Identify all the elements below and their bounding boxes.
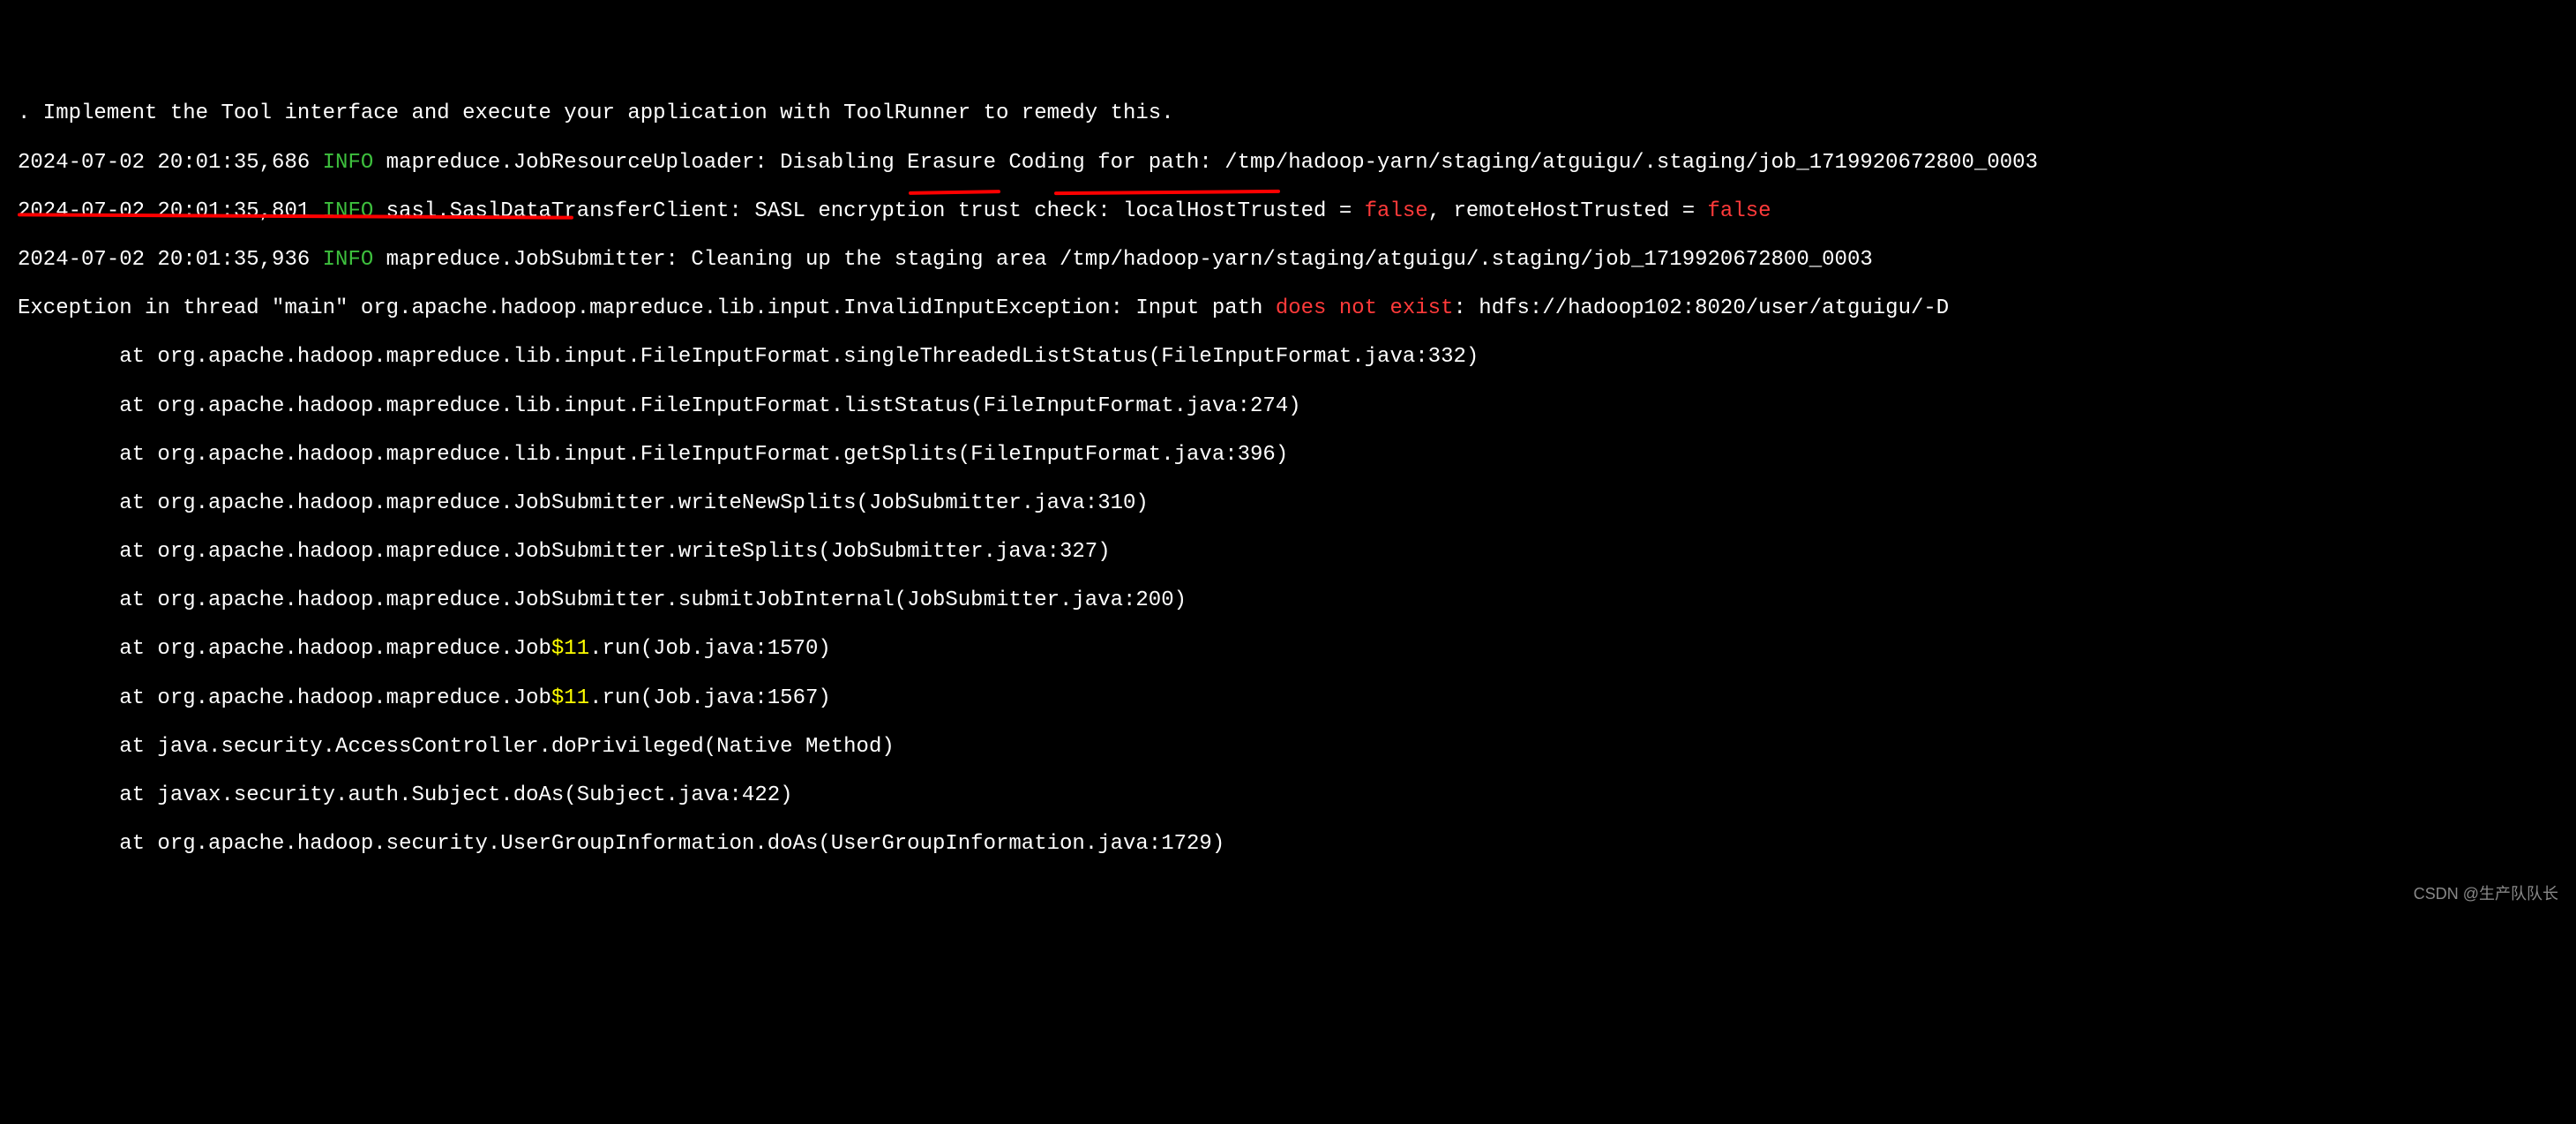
stack-suffix: .run(Job.java:1570) (589, 637, 831, 661)
stack-trace-line: at javax.security.auth.Subject.doAs(Subj… (18, 783, 2558, 808)
exception-prefix: Exception in thread "main" org.apache.ha… (18, 296, 1276, 320)
stack-prefix: at org.apache.hadoop.mapreduce.Job (18, 686, 551, 710)
stack-trace-line: at org.apache.hadoop.mapreduce.JobSubmit… (18, 491, 2558, 516)
false-value: false (1708, 199, 1771, 223)
log-line-sasl: 2024-07-02 20:01:35,801 INFO sasl.SaslDa… (18, 199, 2558, 224)
stack-trace-line: at org.apache.hadoop.mapreduce.lib.input… (18, 345, 2558, 370)
stack-trace-line: at org.apache.hadoop.mapreduce.lib.input… (18, 443, 2558, 468)
log-level-info: INFO (323, 199, 374, 223)
log-message-mid: , remoteHostTrusted = (1428, 199, 1708, 223)
inner-class-marker: $11 (551, 686, 589, 710)
stack-trace-line: at org.apache.hadoop.mapreduce.lib.input… (18, 394, 2558, 419)
log-message: sasl.SaslDataTransferClient: SASL encryp… (373, 199, 1364, 223)
log-line-cleanup: 2024-07-02 20:01:35,936 INFO mapreduce.J… (18, 248, 2558, 273)
csdn-watermark: CSDN @生产队队长 (2414, 885, 2558, 903)
inner-class-marker: $11 (551, 637, 589, 661)
stack-prefix: at org.apache.hadoop.mapreduce.Job (18, 637, 551, 661)
log-level-info: INFO (323, 151, 374, 175)
false-value: false (1365, 199, 1428, 223)
exception-error-text: does not exist (1276, 296, 1454, 320)
stack-trace-line: at org.apache.hadoop.mapreduce.Job$11.ru… (18, 686, 2558, 711)
exception-line: Exception in thread "main" org.apache.ha… (18, 296, 2558, 321)
stack-suffix: .run(Job.java:1567) (589, 686, 831, 710)
stack-trace-line: at java.security.AccessController.doPriv… (18, 735, 2558, 760)
log-message: mapreduce.JobResourceUploader: Disabling… (373, 151, 2038, 175)
annotation-underline (909, 190, 1000, 195)
log-line-erasure-coding: 2024-07-02 20:01:35,686 INFO mapreduce.J… (18, 151, 2558, 176)
log-level-info: INFO (323, 248, 374, 272)
log-line-tool-interface: . Implement the Tool interface and execu… (18, 101, 2558, 126)
stack-trace-line: at org.apache.hadoop.mapreduce.Job$11.ru… (18, 637, 2558, 662)
timestamp: 2024-07-02 20:01:35,686 (18, 151, 323, 175)
stack-trace-line: at org.apache.hadoop.mapreduce.JobSubmit… (18, 540, 2558, 565)
exception-path: : hdfs://hadoop102:8020/user/atguigu/-D (1453, 296, 1949, 320)
stack-trace-line: at org.apache.hadoop.security.UserGroupI… (18, 832, 2558, 857)
timestamp: 2024-07-02 20:01:35,936 (18, 248, 323, 272)
timestamp: 2024-07-02 20:01:35,801 (18, 199, 323, 223)
log-message: mapreduce.JobSubmitter: Cleaning up the … (373, 248, 1872, 272)
stack-trace-line: at org.apache.hadoop.mapreduce.JobSubmit… (18, 588, 2558, 613)
annotation-underline (1054, 190, 1280, 195)
